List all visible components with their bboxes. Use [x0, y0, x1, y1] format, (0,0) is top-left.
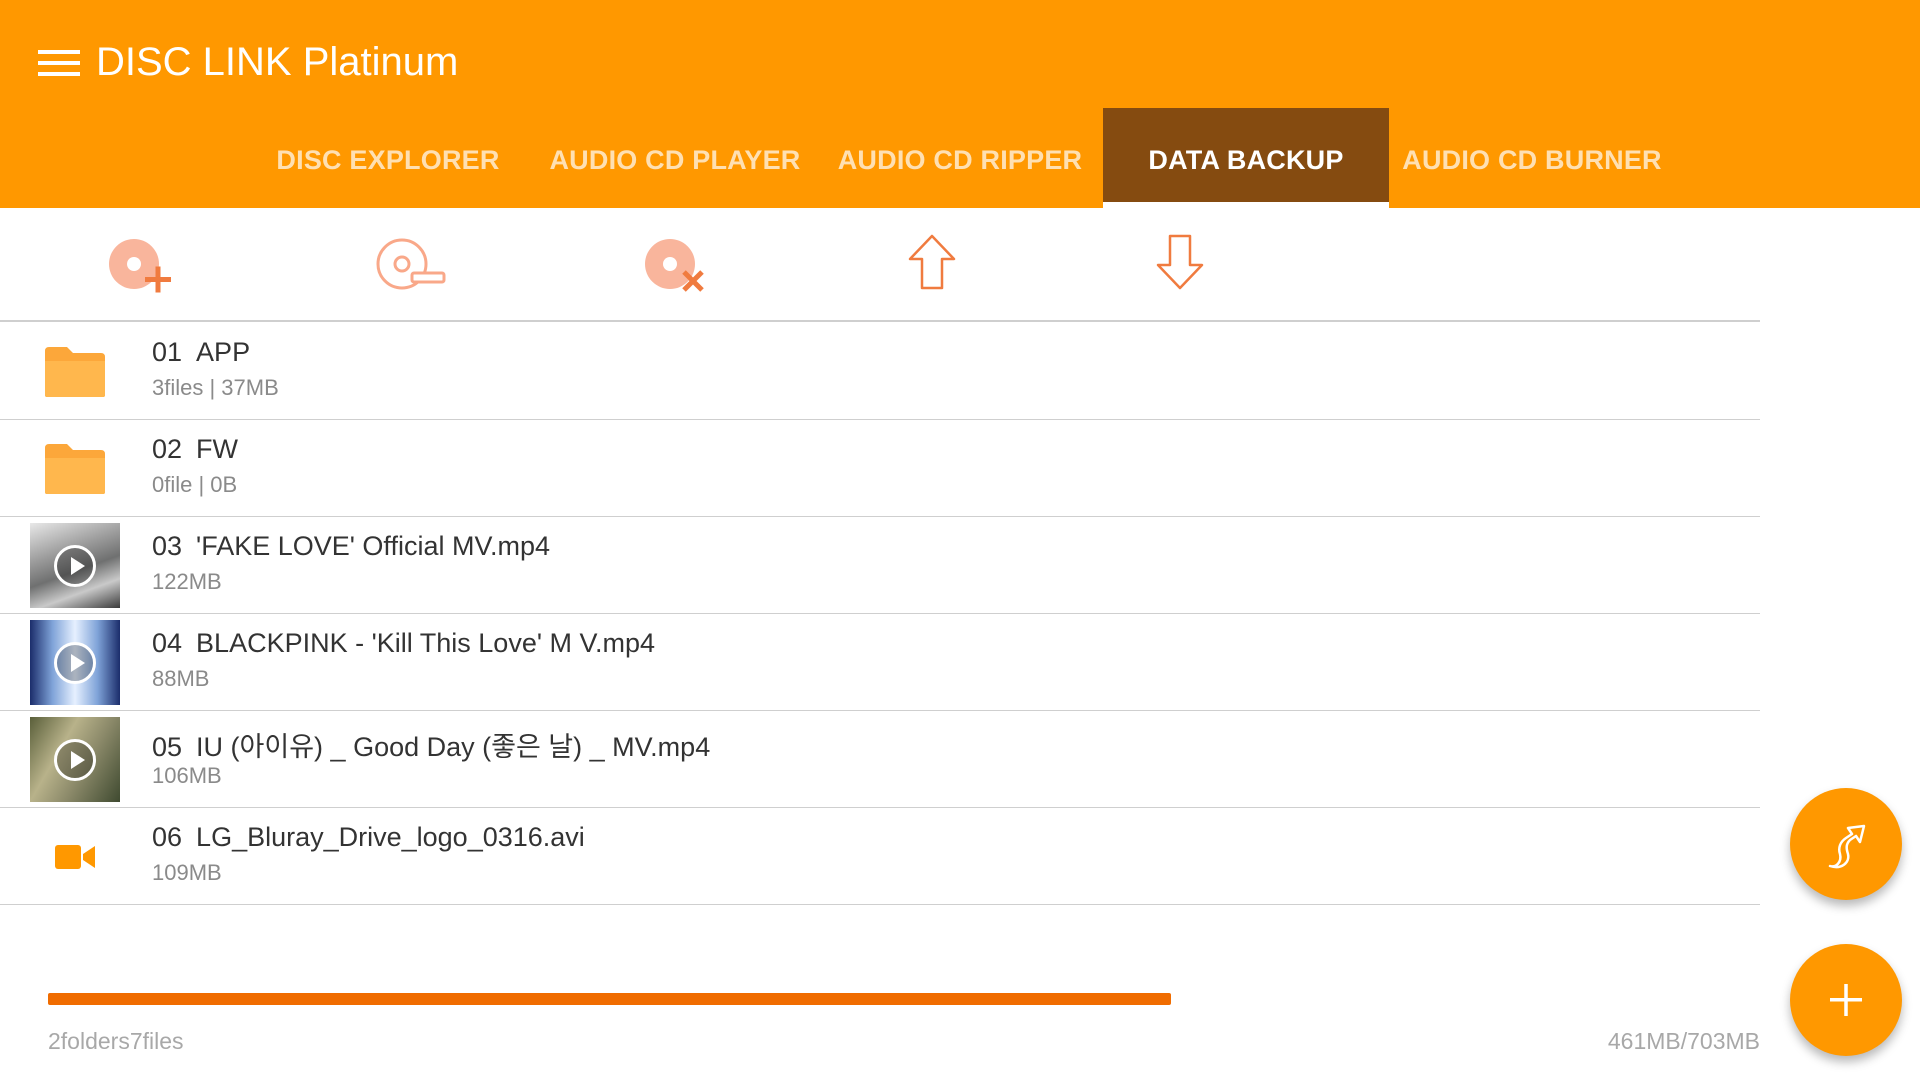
item-name: LG_Bluray_Drive_logo_0316.avi [196, 822, 585, 852]
add-to-disc-button[interactable] [104, 222, 194, 308]
disc-usage: 461MB/703MB [1607, 1028, 1760, 1054]
item-name: IU (아이유) _ Good Day (좋은 날) _ MV.mp4 [196, 732, 711, 762]
menu-button[interactable] [30, 36, 94, 88]
video-camera-icon-wrap [30, 814, 120, 899]
folder-icon-wrap [30, 426, 120, 511]
item-index: 02 [152, 434, 183, 464]
remove-from-disc-icon [376, 238, 446, 290]
video-thumbnail [30, 523, 120, 608]
item-index: 06 [152, 822, 183, 852]
item-name: APP [196, 337, 251, 367]
item-title: 05 IU (아이유) _ Good Day (좋은 날) _ MV.mp4 [152, 725, 710, 764]
item-detail: 0file | 0B [152, 472, 238, 497]
share-button[interactable] [1790, 788, 1902, 900]
delete-disc-icon [645, 239, 704, 292]
item-index: 05 [152, 732, 183, 762]
list-item-folder[interactable]: 01 APP 3files | 37MB [0, 323, 1760, 420]
folder-icon-wrap [30, 329, 120, 414]
tab-disc-explorer[interactable]: DISC EXPLORER [262, 108, 514, 208]
list-item-video[interactable]: 03 'FAKE LOVE' Official MV.mp4 122MB [0, 517, 1760, 614]
arrow-up-icon [908, 234, 956, 290]
item-title: 03 'FAKE LOVE' Official MV.mp4 [152, 531, 550, 562]
add-button[interactable] [1790, 944, 1902, 1056]
list-item-video[interactable]: 06 LG_Bluray_Drive_logo_0316.avi 109MB [0, 808, 1760, 905]
file-list: 01 APP 3files | 37MB 02 FW 0file | 0B 03 'F… [0, 323, 1760, 905]
play-icon [54, 739, 96, 781]
share-arrow-icon [1828, 824, 1866, 869]
item-name: 'FAKE LOVE' Official MV.mp4 [196, 531, 550, 561]
plus-icon [1830, 984, 1862, 1016]
video-thumbnail [30, 620, 120, 705]
video-camera-icon [55, 844, 95, 869]
list-item-folder[interactable]: 02 FW 0file | 0B [0, 420, 1760, 517]
remove-from-disc-button[interactable] [372, 222, 462, 308]
item-title: 01 APP [152, 337, 250, 368]
move-down-button[interactable] [1136, 222, 1226, 308]
app-title: DISC LINK Platinum [96, 40, 459, 84]
app-bar: DISC LINK Platinum DISC EXPLORER AUDIO C… [0, 0, 1920, 208]
item-detail: 88MB [152, 666, 210, 691]
tab-data-backup[interactable]: DATA BACKUP [1103, 108, 1389, 208]
backup-toolbar [0, 208, 1760, 322]
add-to-disc-icon [109, 239, 171, 293]
move-up-button[interactable] [888, 222, 978, 308]
item-detail: 3files | 37MB [152, 375, 279, 400]
delete-disc-button[interactable] [640, 222, 730, 308]
arrow-down-icon [1156, 234, 1204, 290]
tab-audio-cd-ripper[interactable]: AUDIO CD RIPPER [832, 108, 1088, 208]
item-index: 04 [152, 628, 183, 658]
item-count: 2folders7files [48, 1028, 184, 1054]
capacity-progress-bar [48, 993, 1171, 1005]
item-index: 03 [152, 531, 183, 561]
list-item-video[interactable]: 04 BLACKPINK - 'Kill This Love' M V.mp4 8… [0, 614, 1760, 711]
list-item-video[interactable]: 05 IU (아이유) _ Good Day (좋은 날) _ MV.mp4 10… [0, 711, 1760, 808]
item-title: 02 FW [152, 434, 238, 465]
hamburger-menu-icon [38, 50, 80, 76]
item-index: 01 [152, 337, 183, 367]
item-detail: 122MB [152, 569, 222, 594]
item-name: BLACKPINK - 'Kill This Love' M V.mp4 [196, 628, 656, 658]
item-name: FW [196, 434, 239, 464]
folder-icon [45, 346, 105, 397]
tab-audio-cd-burner[interactable]: AUDIO CD BURNER [1402, 108, 1662, 208]
tab-audio-cd-player[interactable]: AUDIO CD PLAYER [540, 108, 810, 208]
tab-bar: DISC EXPLORER AUDIO CD PLAYER AUDIO CD R… [0, 108, 1920, 208]
item-detail: 109MB [152, 860, 222, 885]
item-title: 04 BLACKPINK - 'Kill This Love' M V.mp4 [152, 628, 655, 659]
folder-icon [45, 443, 105, 494]
video-thumbnail [30, 717, 120, 802]
play-icon [54, 545, 96, 587]
app-window: DISC LINK Platinum DISC EXPLORER AUDIO C… [0, 0, 1920, 1080]
play-icon [54, 642, 96, 684]
item-title: 06 LG_Bluray_Drive_logo_0316.avi [152, 822, 585, 853]
item-detail: 106MB [152, 763, 222, 788]
